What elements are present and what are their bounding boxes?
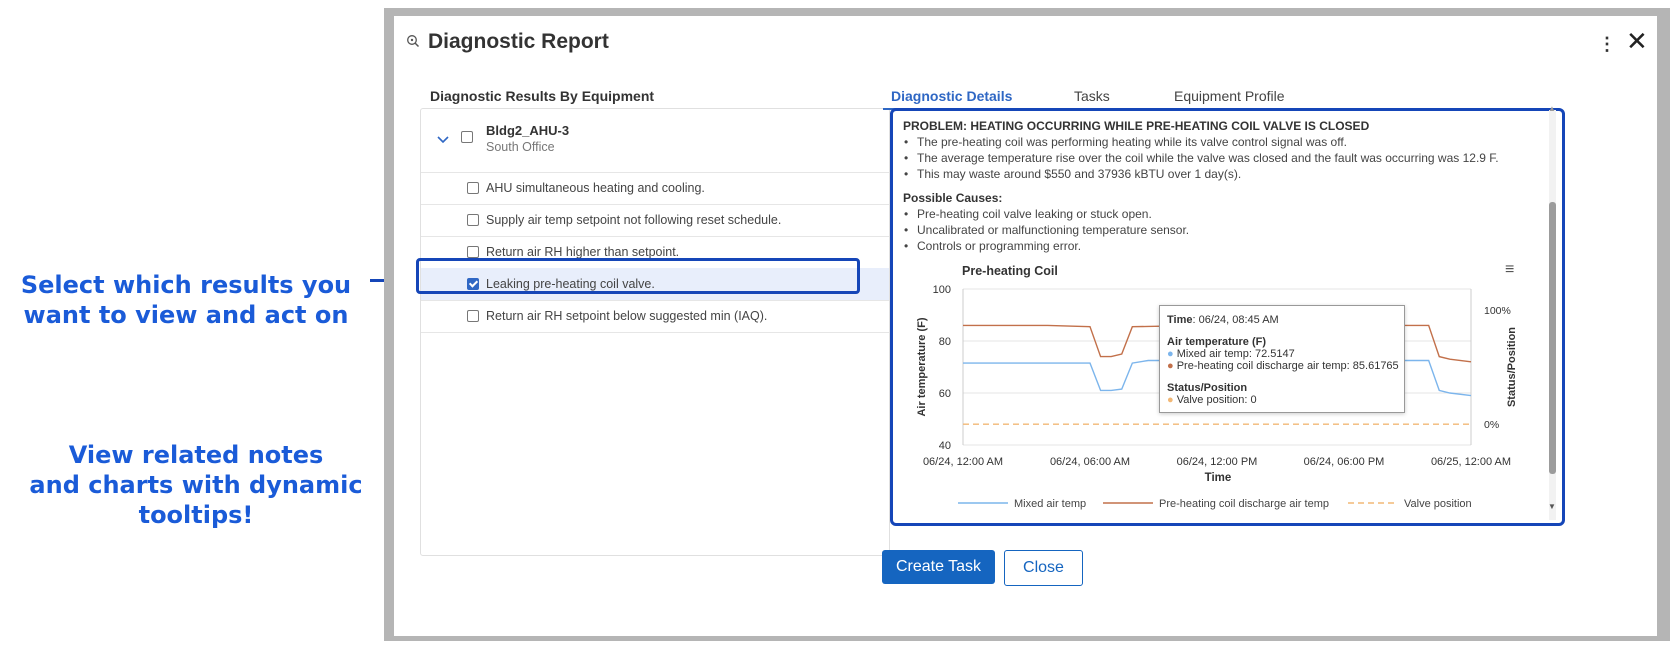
legend-label: Valve position: [1404, 498, 1472, 510]
scroll-down-icon[interactable]: ▼: [1548, 502, 1556, 511]
diagnostic-label: AHU simultaneous heating and cooling.: [486, 181, 705, 195]
equipment-name: Bldg2_AHU-3: [486, 123, 570, 138]
diagnostic-row[interactable]: Supply air temp setpoint not following r…: [421, 204, 889, 237]
problem-bullet: The pre-heating coil was performing heat…: [904, 135, 1347, 149]
tooltip-mixed: Mixed air temp: 72.5147: [1176, 348, 1295, 360]
tooltip-dot-mixed: ●: [1167, 348, 1177, 360]
scrollbar-thumb[interactable]: [1549, 202, 1556, 474]
close-icon[interactable]: ✕: [1626, 28, 1648, 54]
more-options-icon[interactable]: ⋮: [1598, 34, 1616, 55]
results-panel-title: Diagnostic Results By Equipment: [430, 88, 655, 104]
x-tick-label: 06/24, 06:00 PM: [1304, 456, 1385, 468]
y-tick-label: 40: [939, 440, 951, 452]
x-axis-label: Time: [1205, 472, 1232, 484]
x-tick-label: 06/25, 12:00 AM: [1431, 456, 1511, 468]
y-tick-label: 60: [939, 388, 951, 400]
details-scrollbar[interactable]: [1549, 110, 1556, 520]
cause-bullet: Pre-heating coil valve leaking or stuck …: [904, 207, 1152, 221]
modal-title: Diagnostic Report: [428, 30, 609, 53]
chart-tooltip: Time: 06/24, 08:45 AM Air temperature (F…: [1159, 305, 1405, 413]
diagnostic-checkbox[interactable]: [467, 310, 479, 322]
scroll-up-icon[interactable]: ▲: [1548, 104, 1556, 113]
create-task-button[interactable]: Create Task: [882, 550, 995, 584]
y-axis-label: Air temperature (F): [916, 317, 928, 416]
legend-label: Pre-heating coil discharge air temp: [1159, 498, 1329, 510]
tooltip-time-label: Time: [1167, 314, 1193, 326]
annotation-select: Select which results you want to view an…: [6, 270, 366, 330]
problem-bullet: This may waste around $550 and 37936 kBT…: [904, 167, 1241, 181]
diagnostic-search-icon: [407, 35, 420, 48]
diagnostic-label: Return air RH higher than setpoint.: [486, 245, 680, 259]
diagnostic-row[interactable]: Return air RH setpoint below suggested m…: [421, 300, 889, 333]
cause-bullet: Uncalibrated or malfunctioning temperatu…: [904, 223, 1189, 237]
equipment-location: South Office: [486, 140, 555, 154]
diagnostic-report-modal: Diagnostic Report ⋮ ✕ Diagnostic Results…: [394, 16, 1657, 636]
y-right-tick-label: 0%: [1484, 419, 1499, 431]
tooltip-time-value: : 06/24, 08:45 AM: [1192, 314, 1279, 326]
tooltip-group1: Air temperature (F): [1167, 336, 1267, 348]
equipment-row[interactable]: Bldg2_AHU-3 South Office: [421, 109, 889, 173]
tooltip-valve: Valve position: 0: [1176, 394, 1257, 406]
diagnostic-details-panel: PROBLEM: HEATING OCCURRING WHILE PRE-HEA…: [890, 108, 1565, 526]
annotation-view-line1: View related notes: [68, 441, 324, 469]
equipment-checkbox[interactable]: [461, 131, 473, 143]
y-tick-label: 100: [933, 284, 951, 296]
problem-heading: PROBLEM: HEATING OCCURRING WHILE PRE-HEA…: [903, 119, 1370, 133]
annotation-view-line2: and charts with dynamic: [29, 471, 363, 499]
tooltip-group2: Status/Position: [1167, 382, 1248, 394]
x-tick-label: 06/24, 12:00 PM: [1177, 456, 1258, 468]
diagnostic-label: Return air RH setpoint below suggested m…: [486, 309, 768, 323]
diagnostic-label: Supply air temp setpoint not following r…: [486, 213, 782, 227]
close-button[interactable]: Close: [1004, 550, 1083, 586]
annotation-select-line2: want to view and act on: [23, 301, 349, 329]
tooltip-discharge: Pre-heating coil discharge air temp: 85.…: [1176, 360, 1399, 372]
diagnostic-checkbox[interactable]: [467, 182, 479, 194]
annotation-view-line3: tooltips!: [138, 501, 254, 529]
diagnostic-checkbox[interactable]: [467, 246, 479, 258]
tab-diagnostic-details[interactable]: Diagnostic Details: [891, 88, 1012, 104]
tooltip-dot-discharge: ●: [1167, 360, 1177, 372]
annotation-view: View related notes and charts with dynam…: [6, 440, 386, 530]
x-tick-label: 06/24, 06:00 AM: [1050, 456, 1130, 468]
causes-heading: Possible Causes:: [903, 191, 1003, 205]
tab-equipment-profile[interactable]: Equipment Profile: [1174, 88, 1285, 104]
y-axis-right-label: Status/Position: [1506, 327, 1518, 407]
annotation-select-line1: Select which results you: [20, 271, 352, 299]
diagnostic-row[interactable]: AHU simultaneous heating and cooling.: [421, 172, 889, 205]
y-right-tick-label: 100%: [1484, 305, 1511, 317]
x-tick-label: 06/24, 12:00 AM: [923, 456, 1003, 468]
problem-bullet: The average temperature rise over the co…: [904, 151, 1499, 165]
highlight-selected-result: [416, 258, 860, 294]
tooltip-dot-valve: ●: [1167, 394, 1177, 406]
tab-tasks[interactable]: Tasks: [1074, 88, 1110, 104]
legend-label: Mixed air temp: [1014, 498, 1086, 510]
cause-bullet: Controls or programming error.: [904, 239, 1081, 253]
results-panel: Bldg2_AHU-3 South Office AHU simultaneou…: [420, 108, 890, 556]
chevron-down-icon[interactable]: [437, 131, 449, 147]
y-tick-label: 80: [939, 336, 951, 348]
diagnostic-checkbox[interactable]: [467, 214, 479, 226]
